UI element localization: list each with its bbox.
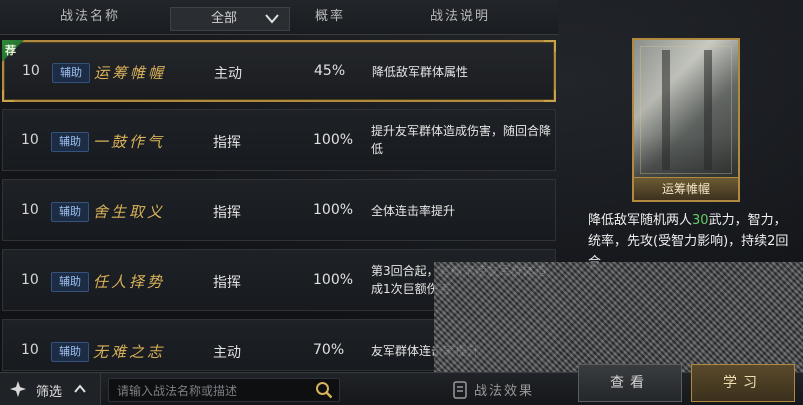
frame-corner [544,40,556,52]
skill-type: 指挥 [213,205,241,221]
chevron-up-icon [74,384,86,393]
skill-name: 任人择势 [93,273,166,291]
skill-name: 一鼓作气 [93,133,166,151]
skill-name: 无难之志 [93,343,166,361]
filter-label: 筛选 [36,385,63,400]
skill-card-pillar [662,50,670,170]
detail-highlight-value: 30 [692,213,709,228]
skill-rate: 100% [313,202,354,218]
skill-tag: 辅助 [51,342,89,362]
skill-level: 10 [22,63,40,79]
skill-name: 运筹帷幄 [94,64,167,82]
skill-description: 降低敌军群体属性 [372,65,469,79]
skill-type: 主动 [213,345,241,361]
frame-corner [2,90,14,102]
skill-rate: 100% [313,132,354,148]
skill-level: 10 [21,132,39,148]
type-filter-dropdown[interactable]: 全部 [170,7,290,31]
frame-corner [544,90,556,102]
skill-description: 提升友军群体造成伤害，随回合降低 [371,124,552,156]
detail-text-before: 降低敌军随机两人 [588,213,693,228]
skill-type: 主动 [214,66,242,82]
skill-tag: 辅助 [51,132,89,152]
skill-row[interactable]: 10 辅助 舍生取义 指挥 100% 全体连击率提升 [2,179,556,241]
skill-rate: 100% [313,272,354,288]
type-filter-value: 全部 [211,11,238,26]
view-button[interactable]: 查看 [578,364,682,402]
recommended-label: 荐 [5,44,16,57]
header-rate: 概率 [314,9,345,24]
skill-tag: 辅助 [51,272,89,292]
filter-button[interactable]: 筛选 [0,373,101,405]
chevron-down-icon [265,14,279,24]
header-description: 战法说明 [429,9,490,24]
skill-level: 10 [21,272,39,288]
skill-tag: 辅助 [52,63,90,83]
skill-rate: 70% [313,342,345,358]
footer-bar: 筛选 战法效果 [0,372,803,405]
skill-description: 全体连击率提升 [371,204,456,218]
learn-button[interactable]: 学习 [691,364,795,402]
skill-type: 指挥 [213,135,241,151]
header-skill-name: 战法名称 [59,9,120,24]
scroll-icon [453,381,467,399]
obscured-region [434,262,803,372]
table-header: 战法名称 全部 概率 战法说明 [0,0,558,35]
search-input[interactable] [115,381,309,401]
skill-effect-label: 战法效果 [474,384,535,399]
skill-card-art [640,46,732,174]
skill-card-title: 运筹帷幄 [634,177,738,200]
skill-card-pillar [704,50,712,170]
search-icon[interactable] [315,381,333,399]
skill-rate: 45% [314,63,346,79]
skill-name: 舍生取义 [93,203,166,221]
skill-level: 10 [21,202,39,218]
skill-card[interactable]: 运筹帷幄 [632,38,740,202]
search-box [108,378,340,402]
skill-tag: 辅助 [51,202,89,222]
filter-icon [10,381,26,397]
skill-row-selected[interactable]: 荐 10 辅助 运筹帷幄 主动 45% 降低敌军群体属性 [2,40,556,102]
skill-level: 10 [21,342,39,358]
skill-type: 指挥 [213,275,241,291]
skill-row[interactable]: 10 辅助 一鼓作气 指挥 100% 提升友军群体造成伤害，随回合降低 [2,109,556,171]
